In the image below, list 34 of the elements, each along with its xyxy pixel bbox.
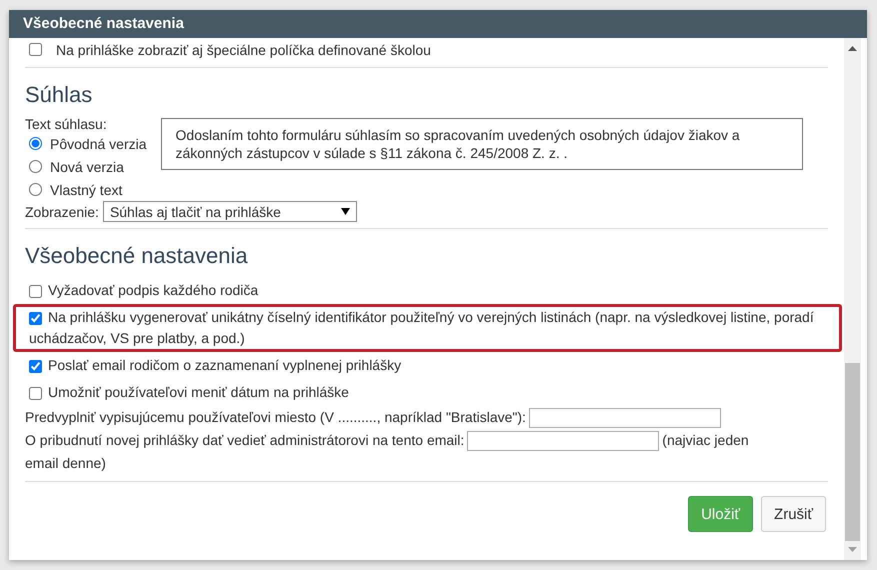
window-title: Všeobecné nastavenia: [9, 10, 867, 38]
field-label: Predvyplniť vypisujúcemu používateľovi miesto (V .........., napríklad "Bratislave"):: [25, 409, 526, 425]
checkbox[interactable]: [29, 43, 42, 56]
field-note: (najviac jeden: [662, 432, 749, 448]
radio-button[interactable]: [29, 137, 42, 150]
checkbox[interactable]: [29, 360, 42, 373]
radio-label: Pôvodná verzia: [50, 136, 147, 152]
scroll-down-icon[interactable]: [848, 547, 857, 552]
checkbox-option[interactable]: Vyžadovať podpis každého rodiča: [29, 280, 835, 301]
field-note: email denne): [25, 455, 106, 471]
checkbox-option[interactable]: Na prihlášku vygenerovať unikátny číselný identifikátor použiteľný vo verejných listinách (napr. na výsledkovej listine, poradí uchádzačov, VS pre platby, a pod.): [29, 307, 835, 349]
section-heading: Všeobecné nastavenia: [25, 243, 249, 269]
radio-label: Vlastný text: [50, 182, 122, 198]
consent-text: Odoslaním tohto formuláru súhlasím so spracovaním uvedených osobných údajov žiakov a zákonných zástupcov v súlade s §11 zákona č. 245/2008 Z. z. .: [160, 118, 803, 170]
caret-icon: [340, 208, 350, 215]
scrollbar[interactable]: [844, 38, 861, 560]
radio-button[interactable]: [29, 183, 42, 196]
checkbox[interactable]: [29, 386, 42, 400]
input-field[interactable]: [528, 408, 721, 428]
checkbox-option[interactable]: Poslať email rodičom o zaznamenaní vyplnenej prihlášky: [29, 355, 835, 376]
field-label: O pribudnutí novej prihlášky dať vedieť administrátorovi na tento email:: [25, 432, 464, 448]
field-label: Zobrazenie:: [25, 204, 99, 220]
radio-button[interactable]: [29, 160, 42, 173]
cancel-button[interactable]: Zrušiť: [761, 496, 826, 532]
checkbox[interactable]: [29, 312, 42, 325]
radio-label: Nová verzia: [50, 158, 124, 174]
field-label: Text súhlasu:: [25, 116, 107, 132]
checkbox-option[interactable]: Umožniť používateľovi meniť dátum na prihláške: [29, 382, 835, 403]
scroll-up-icon[interactable]: [848, 46, 857, 51]
checkbox-label: Na prihláške zobraziť aj špeciálne políčka definované školou: [56, 42, 431, 58]
checkbox[interactable]: [29, 284, 42, 298]
section-heading: Súhlas: [25, 82, 94, 108]
input-field[interactable]: [467, 431, 660, 452]
display-dropdown[interactable]: Súhlas aj tlačiť na prihláške: [102, 201, 357, 222]
